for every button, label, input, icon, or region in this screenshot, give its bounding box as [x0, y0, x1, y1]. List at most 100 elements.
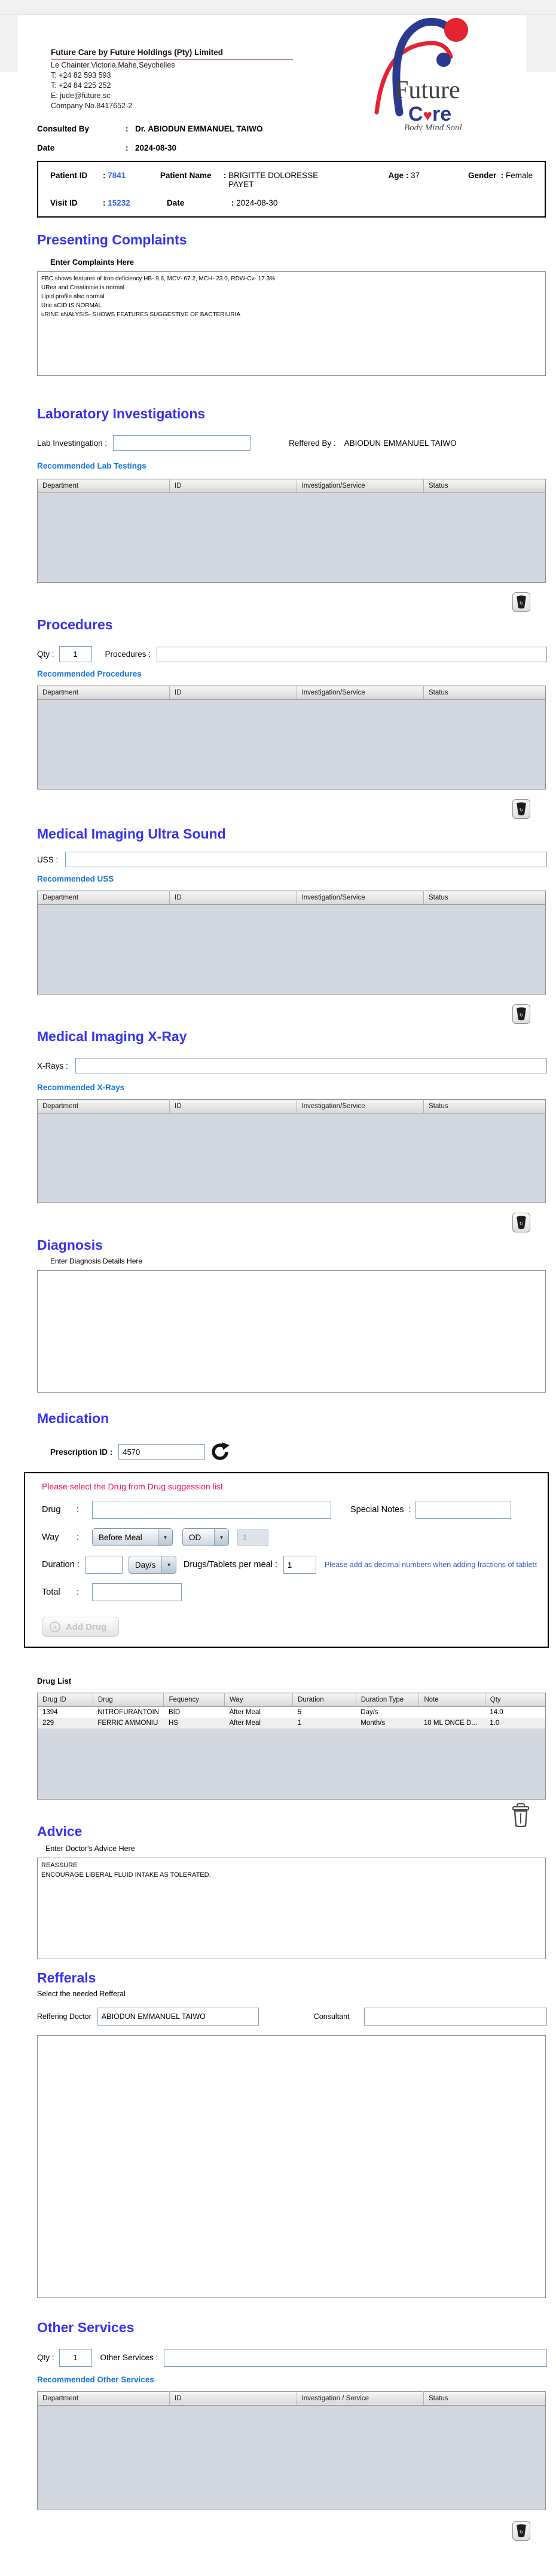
lab-investigation-label: Lab Investingation : [37, 439, 107, 448]
patient-name-value: BRIGITTE DOLORESSE PAYET [228, 171, 343, 189]
lab-testings-table: Department ID Investigation/Service Stat… [37, 479, 546, 583]
section-title-diagnosis: Diagnosis [37, 1237, 547, 1253]
complaints-label: Enter Complaints Here [50, 258, 547, 267]
per-meal-input[interactable] [283, 1556, 316, 1574]
gender-value: Female [506, 171, 533, 189]
proc-col-id: ID [170, 686, 297, 700]
advice-header: Advice [37, 1808, 547, 1840]
other-services-input-row: Qty : Other Services : [37, 2349, 547, 2367]
diagnosis-textarea[interactable] [37, 1270, 546, 1393]
logo-word-future: Future [395, 77, 460, 104]
patient-id-label: Patient ID [50, 171, 103, 189]
patient-summary-box: Patient ID : 7841 Patient Name : BRIGITT… [37, 161, 546, 218]
trash-icon: ↻ [516, 1007, 527, 1021]
advice-delete-button[interactable] [511, 1803, 530, 1830]
procedures-label: Procedures : [105, 650, 151, 659]
xray-col-department: Department [38, 1100, 170, 1113]
svg-text:↻: ↻ [520, 601, 524, 606]
procedures-table: Department ID Investigation/Service Stat… [37, 686, 546, 790]
procedures-table-empty-area [38, 700, 546, 790]
age-label: Age [388, 171, 404, 189]
visit-date-value: 2024-08-30 [236, 198, 277, 207]
uss-delete-button[interactable]: ↻ [512, 1004, 530, 1024]
xray-input[interactable] [75, 1058, 547, 1073]
other-qty-input[interactable] [59, 2349, 92, 2367]
drug-table-row[interactable]: 1394 NITROFURANTOIN BID After Meal 5 Day… [38, 1707, 546, 1718]
prescription-id-input[interactable] [118, 1444, 205, 1460]
trash-icon: ↻ [516, 595, 527, 609]
drug-input[interactable] [92, 1501, 331, 1519]
lab-table-empty-area [38, 493, 546, 583]
other-services-delete-button[interactable]: ↻ [512, 2521, 530, 2541]
total-input[interactable] [92, 1583, 182, 1601]
svg-text:↻: ↻ [520, 2529, 524, 2535]
duration-input[interactable] [85, 1556, 123, 1574]
drug-col-way: Way [225, 1693, 293, 1707]
duration-type-select[interactable]: Day/s ▼ [129, 1556, 176, 1574]
other-services-table-empty-area [38, 2405, 546, 2510]
consultation-report-page: Future Care by Future Holdings (Pty) Lim… [0, 0, 556, 2576]
other-col-id: ID [170, 2391, 297, 2405]
total-label: Total [42, 1587, 77, 1597]
drug-table-row[interactable]: 229 FERRIC AMMONIU HS After Meal 1 Month… [38, 1718, 546, 1728]
procedures-delete-button[interactable]: ↻ [512, 799, 530, 819]
way-select[interactable]: Before Meal ▼ [92, 1528, 173, 1546]
lab-col-investigation: Investigation/Service [297, 479, 424, 493]
xray-delete-button[interactable]: ↻ [512, 1213, 530, 1232]
section-title-advice: Advice [37, 1808, 547, 1840]
company-phone-1: T: +24 82 593 593 [51, 71, 308, 80]
advice-textarea[interactable]: REASSURE ENCOURAGE LIBERAL FLUID INTAKE … [37, 1858, 546, 1959]
future-care-logo: Future C♥re Body Mind Soul [363, 7, 489, 130]
drug-label: Drug [42, 1505, 77, 1515]
trash-icon: ↻ [516, 1216, 527, 1229]
recommended-xray-label: Recommended X-Rays [37, 1083, 547, 1092]
section-title-other-services: Other Services [37, 2320, 547, 2336]
drug-col-drug: Drug [93, 1693, 164, 1707]
lab-referred-by-value: ABIODUN EMMANUEL TAIWO [344, 439, 457, 448]
referring-doctor-input[interactable] [97, 2008, 259, 2026]
section-title-procedures: Procedures [37, 617, 547, 633]
procedures-input-row: Qty : Procedures : [37, 646, 547, 662]
procedures-input[interactable] [157, 647, 547, 662]
patient-id-value: 7841 [108, 171, 126, 189]
procedures-qty-input[interactable] [59, 646, 92, 662]
other-services-input[interactable] [164, 2349, 547, 2367]
referral-list-box[interactable] [37, 2035, 546, 2298]
xray-col-id: ID [170, 1100, 297, 1113]
visit-id-field: Visit ID : 15232 [50, 198, 167, 207]
visit-date-field: Date : 2024-08-30 [167, 198, 361, 207]
xray-col-investigation: Investigation/Service [297, 1100, 424, 1113]
lab-investigation-input[interactable] [113, 435, 250, 451]
referring-doctor-label: Reffering Doctor [37, 2012, 91, 2021]
lab-col-department: Department [38, 479, 170, 493]
uss-table-empty-area [38, 905, 546, 995]
uss-input[interactable] [65, 852, 547, 867]
lab-delete-button[interactable]: ↻ [512, 592, 530, 612]
duration-label: Duration : [42, 1560, 80, 1570]
company-phone-2: T: +24 84 225 252 [51, 81, 308, 90]
xray-label: X-Rays : [37, 1061, 68, 1070]
svg-text:↻: ↻ [520, 807, 524, 813]
refresh-prescription-icon[interactable] [210, 1442, 230, 1461]
per-meal-label: Drugs/Tablets per meal : [184, 1560, 277, 1570]
frequency-select[interactable]: OD ▼ [182, 1528, 229, 1546]
lab-col-id: ID [170, 479, 297, 493]
advice-label: Enter Doctor's Advice Here [45, 1844, 547, 1853]
consult-date-value: 2024-08-30 [135, 143, 176, 152]
other-qty-label: Qty : [37, 2353, 54, 2362]
company-number: Company No.8417652-2 [51, 101, 308, 111]
drug-col-frequency: Fequency [164, 1693, 225, 1707]
svg-text:↻: ↻ [520, 1012, 524, 1018]
add-drug-button[interactable]: + Add Drug [42, 1617, 119, 1637]
lab-col-status: Status [424, 479, 546, 493]
special-notes-input[interactable] [416, 1501, 511, 1519]
way-row: Way : Before Meal ▼ OD ▼ 1 [42, 1528, 537, 1546]
complaints-textarea[interactable]: FBC shows features of Iron deficiency HB… [37, 271, 546, 376]
other-col-status: Status [424, 2391, 546, 2405]
consulted-by-label: Consulted By [37, 124, 126, 133]
referral-input-row: Reffering Doctor Consultant [37, 2008, 547, 2026]
drug-entry-box: Please select the Drug from Drug suggess… [24, 1472, 549, 1648]
consultant-input[interactable] [364, 2008, 547, 2026]
drug-table-empty-area [38, 1728, 546, 1799]
section-title-presenting-complaints: Presenting Complaints [37, 232, 547, 248]
